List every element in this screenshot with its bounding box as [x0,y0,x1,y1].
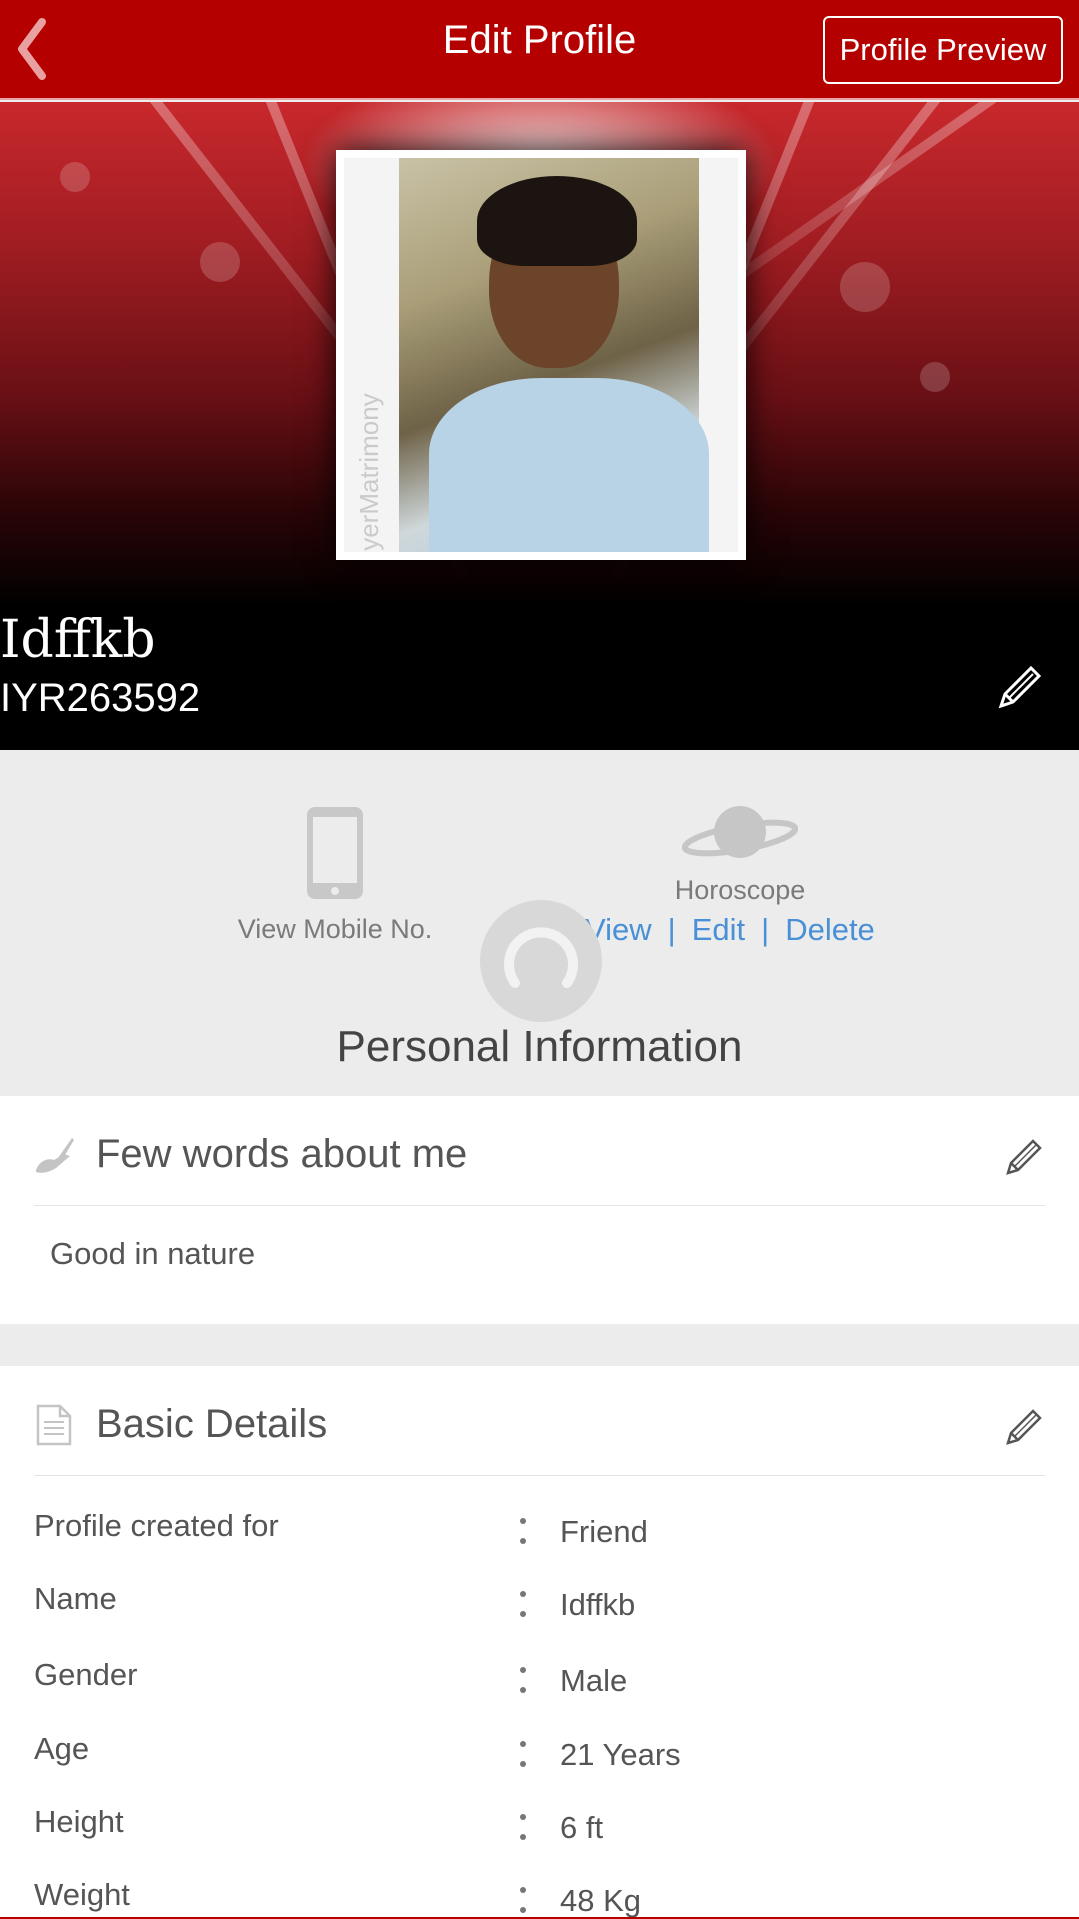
edit-profile-photo-button[interactable] [993,662,1045,714]
horoscope-block: Horoscope [580,802,900,906]
photo-image [399,158,709,552]
bokeh-light [60,162,90,192]
detail-label: Profile created for [34,1508,279,1543]
detail-row-gender: Gender Male [34,1657,1044,1727]
horoscope-label: Horoscope [674,875,806,905]
colon-separator [518,1585,526,1621]
detail-row-age: Age 21 Years [34,1731,1044,1801]
document-icon [36,1404,72,1446]
profile-name: Idffkb [0,610,156,670]
planet-icon [681,806,799,858]
pencil-icon [1006,1409,1042,1445]
app-header: Edit Profile Profile Preview [0,0,1079,100]
about-text: Good in nature [50,1236,256,1271]
mobile-phone-icon [307,807,363,899]
colon-separator [518,1881,526,1917]
basic-details-card: Basic Details Profile created for Friend… [0,1366,1079,1919]
colon-separator [518,1661,526,1697]
detail-value: 48 Kg [560,1883,642,1918]
basic-details-title: Basic Details [96,1402,328,1446]
view-mobile-button[interactable]: View Mobile No. [220,805,450,945]
bokeh-light [840,262,890,312]
edit-basic-details-button[interactable] [1003,1406,1045,1448]
section-title: Personal Information [336,1022,743,1071]
detail-label: Gender [34,1657,138,1692]
profile-id: IYR263592 [0,676,201,720]
profile-photo[interactable]: IyerMatrimony [336,150,746,560]
about-card-header: Few words about me [34,1096,1045,1206]
about-card: Few words about me Good in nature [0,1096,1079,1324]
quick-actions: View Mobile No. Horoscope View | Edit | … [0,750,1079,1096]
about-title: Few words about me [96,1132,468,1176]
loading-spinner [480,900,602,1022]
detail-label: Age [34,1731,90,1766]
detail-value: Friend [560,1514,648,1549]
link-separator: | [667,912,676,947]
bokeh-light [920,362,950,392]
horoscope-delete-link[interactable]: Delete [785,912,875,948]
detail-row-profile-created-for: Profile created for Friend [34,1508,1044,1578]
view-mobile-label: View Mobile No. [237,914,433,944]
horoscope-edit-link[interactable]: Edit [692,912,745,948]
photo-canvas: IyerMatrimony [344,158,738,552]
profile-hero: IyerMatrimony Idffkb IYR263592 [0,102,1079,750]
link-separator: | [761,912,770,947]
bokeh-light [200,242,240,282]
detail-value: 21 Years [560,1737,681,1772]
basic-details-header: Basic Details [34,1366,1045,1476]
detail-row-weight: Weight 48 Kg [34,1877,1044,1919]
pencil-icon [1006,1139,1042,1175]
pencil-icon [998,665,1042,709]
detail-label: Weight [34,1877,130,1912]
profile-preview-button[interactable]: Profile Preview [823,16,1063,84]
colon-separator [518,1808,526,1844]
photo-watermark: IyerMatrimony [354,393,384,552]
detail-label: Height [34,1804,124,1839]
detail-value: Male [560,1663,628,1698]
photo-hair [477,176,637,266]
detail-row-height: Height 6 ft [34,1804,1044,1874]
photo-shirt [429,378,709,552]
detail-row-name: Name Idffkb [34,1581,1044,1651]
colon-separator [518,1735,526,1771]
spinner-arc-icon [504,927,578,988]
edit-about-button[interactable] [1003,1136,1045,1178]
detail-value: Idffkb [560,1587,636,1622]
hand-writing-icon [36,1138,74,1173]
horoscope-links: View | Edit | Delete [585,912,875,948]
detail-label: Name [34,1581,117,1616]
detail-value: 6 ft [560,1810,604,1845]
colon-separator [518,1512,526,1548]
